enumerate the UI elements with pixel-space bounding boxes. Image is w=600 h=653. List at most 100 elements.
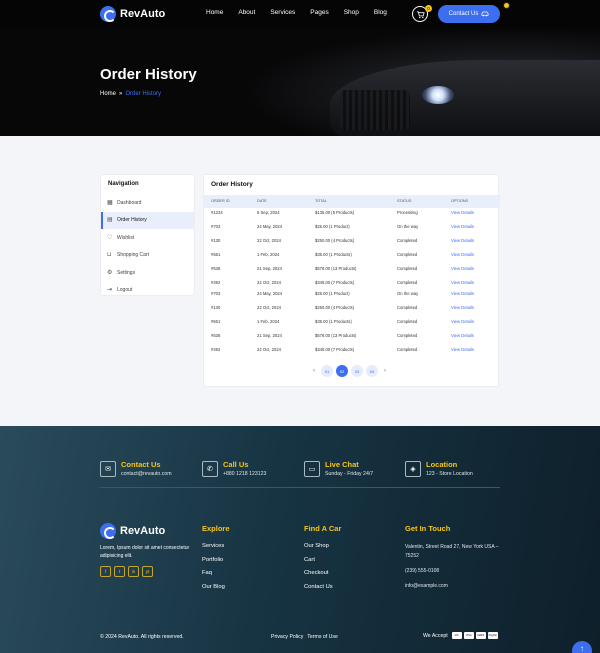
- cell-id: #1234: [211, 210, 223, 215]
- cell-date: 1 Feb, 2024: [257, 252, 280, 257]
- brand-logo[interactable]: RevAuto: [100, 6, 165, 22]
- brand-name: RevAuto: [120, 525, 166, 537]
- linkedin-icon[interactable]: in: [128, 566, 139, 577]
- cell-total: $35.00 (1 Products): [315, 319, 352, 324]
- double-chevron-icon: »: [119, 91, 123, 97]
- footer-link[interactable]: Checkout: [304, 570, 341, 584]
- sidebar-item-label: Order History: [117, 217, 147, 224]
- order-history-panel: Order History ORDER ID DATE TOTAL STATUS…: [203, 174, 500, 387]
- cell-total: $250.00 (4 Products): [315, 305, 355, 310]
- contact-us-button[interactable]: Contact Us: [438, 5, 500, 23]
- prev-page-chevron-icon[interactable]: ‹: [310, 368, 318, 374]
- bag-icon: ⊔: [107, 252, 112, 259]
- page-button[interactable]: 01: [321, 365, 333, 377]
- cell-status: Completed: [397, 280, 418, 285]
- footer-email[interactable]: info@example.com: [405, 582, 500, 591]
- sidebar-title: Navigation: [108, 181, 139, 187]
- nav-shop[interactable]: Shop: [344, 9, 359, 16]
- contact-sub: +880 1218 123123: [223, 471, 267, 477]
- account-sidebar: Navigation ▦ Dashboard ▤ Order History ♡…: [100, 174, 195, 296]
- visa-icon: VISA: [463, 632, 474, 639]
- col-total: TOTAL: [315, 199, 327, 203]
- cell-id: #492: [211, 347, 221, 352]
- view-details-link[interactable]: View Details: [451, 291, 474, 296]
- footer-link[interactable]: Our Blog: [202, 584, 230, 598]
- next-page-chevron-icon[interactable]: ›: [381, 368, 389, 374]
- paypal-icon: PayPal: [487, 632, 498, 639]
- cell-total: $250.00 (4 Products): [315, 238, 355, 243]
- footer-description: Lorem, Ipsum dolor sit amet consectetur …: [100, 545, 190, 559]
- view-details-link[interactable]: View Details: [451, 280, 474, 285]
- footer-link[interactable]: Services: [202, 543, 230, 557]
- chat-icon: ▭: [304, 460, 320, 477]
- view-details-link[interactable]: View Details: [451, 319, 474, 324]
- contact-sub: contact@revauto.com: [121, 471, 172, 477]
- view-details-link[interactable]: View Details: [451, 224, 474, 229]
- cell-id: #703: [211, 224, 221, 229]
- breadcrumb-home[interactable]: Home: [100, 91, 116, 97]
- sidebar-item-wishlist[interactable]: ♡ Wishlist: [101, 229, 194, 247]
- privacy-link[interactable]: Privacy Policy: [271, 634, 303, 640]
- view-details-link[interactable]: View Details: [451, 333, 474, 338]
- page-button-current[interactable]: 02: [336, 365, 348, 377]
- amex-icon: AMEX: [475, 632, 486, 639]
- footer-link[interactable]: Portfolio: [202, 557, 230, 571]
- footer-link[interactable]: Cart: [304, 557, 341, 571]
- twitter-icon[interactable]: t: [114, 566, 125, 577]
- facebook-icon[interactable]: f: [100, 566, 111, 577]
- site-footer: ✉ Contact Us contact@revauto.com ✆ Call U…: [0, 426, 600, 653]
- contact-us-label: Contact Us: [448, 11, 479, 17]
- nav-blog[interactable]: Blog: [374, 9, 387, 16]
- cart-count-badge: 0: [425, 5, 432, 12]
- cell-date: 24 May, 2024: [257, 224, 283, 229]
- footer-contact-email[interactable]: ✉ Contact Us contact@revauto.com: [100, 460, 172, 477]
- find-title: Find A Car: [304, 524, 342, 533]
- page-button[interactable]: 03: [351, 365, 363, 377]
- sidebar-item-settings[interactable]: ⚙ Settings: [101, 264, 194, 282]
- cell-total: $345.00 (7 Products): [315, 280, 355, 285]
- theme-toggle-dot[interactable]: [503, 2, 510, 9]
- col-order-id: ORDER ID: [211, 199, 230, 203]
- document-icon: ▤: [107, 217, 113, 224]
- content-background: [0, 136, 600, 176]
- nav-home[interactable]: Home: [206, 9, 223, 16]
- footer-contact-chat[interactable]: ▭ Live Chat Sunday - Friday 24/7: [304, 460, 373, 477]
- sidebar-item-order-history[interactable]: ▤ Order History: [101, 211, 194, 229]
- sidebar-item-dashboard[interactable]: ▦ Dashboard: [101, 194, 194, 212]
- table-row: #536 21 Sep, 2024 $578.00 (13 Products) Com…: [204, 333, 500, 347]
- youtube-icon[interactable]: yt: [142, 566, 153, 577]
- terms-link[interactable]: Terms of Use: [307, 634, 338, 640]
- view-details-link[interactable]: View Details: [451, 238, 474, 243]
- car-grille-shape: [340, 90, 410, 130]
- cell-date: 24 May, 2024: [257, 291, 283, 296]
- page-button[interactable]: 04: [366, 365, 378, 377]
- footer-contact-phone[interactable]: ✆ Call Us +880 1218 123123: [202, 460, 266, 477]
- sidebar-item-logout[interactable]: ⇥ Logout: [101, 282, 194, 300]
- sidebar-item-label: Settings: [117, 269, 136, 276]
- cell-date: 22 Oct, 2024: [257, 347, 281, 352]
- view-details-link[interactable]: View Details: [451, 347, 474, 352]
- footer-address: Valentin, Street Road 27, New York USA –…: [405, 544, 499, 559]
- social-links: f t in yt: [100, 566, 153, 577]
- grid-icon: ▦: [107, 199, 113, 206]
- view-details-link[interactable]: View Details: [451, 210, 474, 215]
- col-date: DATE: [257, 199, 267, 203]
- cell-status: Completed: [397, 319, 418, 324]
- nav-pages[interactable]: Pages: [310, 9, 328, 16]
- nav-about[interactable]: About: [238, 9, 255, 16]
- logout-icon: ⇥: [107, 287, 113, 294]
- mastercard-icon: MC: [451, 632, 462, 639]
- footer-link[interactable]: Faq: [202, 570, 230, 584]
- view-details-link[interactable]: View Details: [451, 252, 474, 257]
- cell-date: 21 Sep, 2024: [257, 266, 282, 271]
- view-details-link[interactable]: View Details: [451, 305, 474, 310]
- footer-phone[interactable]: (239) 555-0108: [405, 567, 500, 576]
- footer-contact-location[interactable]: ◈ Location 123 - Store Location: [405, 460, 473, 477]
- sidebar-item-shopping-cart[interactable]: ⊔ Shopping Cart: [101, 247, 194, 265]
- table-row: #130 22 Oct, 2024 $250.00 (4 Products) Comp…: [204, 238, 500, 252]
- footer-link[interactable]: Our Shop: [304, 543, 341, 557]
- footer-link[interactable]: Contact Us: [304, 584, 341, 598]
- view-details-link[interactable]: View Details: [451, 266, 474, 271]
- nav-services[interactable]: Services: [270, 9, 295, 16]
- footer-logo[interactable]: RevAuto: [100, 523, 165, 539]
